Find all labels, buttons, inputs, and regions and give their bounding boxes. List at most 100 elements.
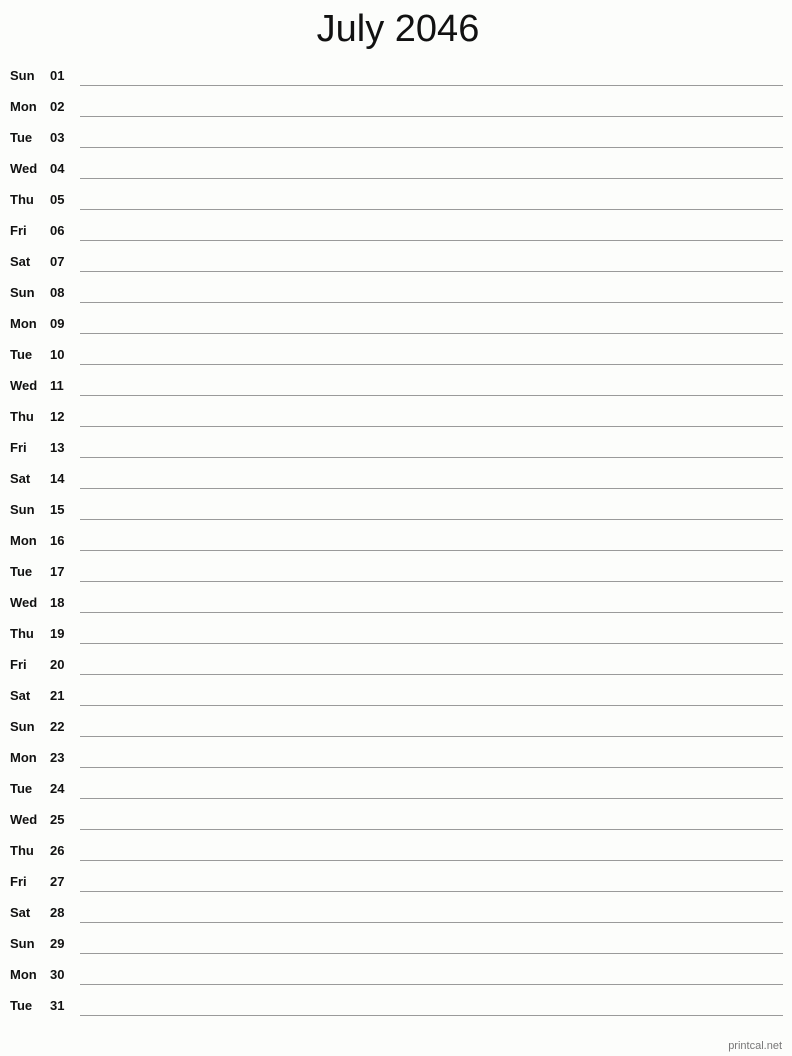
day-row: Fri 06 bbox=[0, 223, 792, 254]
day-number-label: 06 bbox=[50, 223, 65, 238]
footer-credit: printcal.net bbox=[728, 1040, 782, 1052]
day-row: Thu 05 bbox=[0, 192, 792, 223]
day-number-label: 13 bbox=[50, 440, 65, 455]
day-of-week-label: Tue bbox=[10, 564, 33, 579]
day-number-label: 16 bbox=[50, 533, 65, 548]
day-row: Tue 10 bbox=[0, 347, 792, 378]
writing-line[interactable] bbox=[80, 736, 783, 737]
writing-line[interactable] bbox=[80, 643, 783, 644]
day-of-week-label: Sun bbox=[10, 285, 35, 300]
day-row: Mon 23 bbox=[0, 750, 792, 781]
day-row: Wed 04 bbox=[0, 161, 792, 192]
day-number-label: 23 bbox=[50, 750, 65, 765]
day-row: Tue 17 bbox=[0, 564, 792, 595]
day-number-label: 08 bbox=[50, 285, 65, 300]
writing-line[interactable] bbox=[80, 891, 783, 892]
day-row: Mon 30 bbox=[0, 967, 792, 998]
writing-line[interactable] bbox=[80, 457, 783, 458]
day-row: Fri 20 bbox=[0, 657, 792, 688]
day-of-week-label: Wed bbox=[10, 812, 38, 827]
day-number-label: 25 bbox=[50, 812, 65, 827]
day-row: Thu 19 bbox=[0, 626, 792, 657]
day-of-week-label: Mon bbox=[10, 533, 37, 548]
day-of-week-label: Sun bbox=[10, 719, 35, 734]
day-row: Thu 12 bbox=[0, 409, 792, 440]
day-of-week-label: Fri bbox=[10, 440, 27, 455]
day-row: Fri 13 bbox=[0, 440, 792, 471]
day-number-label: 09 bbox=[50, 316, 65, 331]
writing-line[interactable] bbox=[80, 984, 783, 985]
day-row: Tue 03 bbox=[0, 130, 792, 161]
day-of-week-label: Fri bbox=[10, 657, 27, 672]
day-number-label: 30 bbox=[50, 967, 65, 982]
page-title: July 2046 bbox=[316, 8, 480, 50]
writing-line[interactable] bbox=[80, 116, 783, 117]
writing-line[interactable] bbox=[80, 209, 783, 210]
day-row: Wed 25 bbox=[0, 812, 792, 843]
day-number-label: 22 bbox=[50, 719, 65, 734]
day-of-week-label: Thu bbox=[10, 843, 34, 858]
writing-line[interactable] bbox=[80, 705, 783, 706]
day-number-label: 15 bbox=[50, 502, 65, 517]
day-row: Tue 31 bbox=[0, 998, 792, 1029]
day-of-week-label: Wed bbox=[10, 595, 38, 610]
day-of-week-label: Fri bbox=[10, 223, 27, 238]
day-of-week-label: Fri bbox=[10, 874, 27, 889]
day-of-week-label: Mon bbox=[10, 316, 37, 331]
day-number-label: 24 bbox=[50, 781, 65, 796]
day-row: Wed 11 bbox=[0, 378, 792, 409]
day-of-week-label: Wed bbox=[10, 161, 38, 176]
writing-line[interactable] bbox=[80, 550, 783, 551]
writing-line[interactable] bbox=[80, 333, 783, 334]
writing-line[interactable] bbox=[80, 426, 783, 427]
day-row: Sat 21 bbox=[0, 688, 792, 719]
writing-line[interactable] bbox=[80, 240, 783, 241]
writing-line[interactable] bbox=[80, 519, 783, 520]
writing-line[interactable] bbox=[80, 85, 783, 86]
writing-line[interactable] bbox=[80, 767, 783, 768]
day-row: Sat 28 bbox=[0, 905, 792, 936]
day-row: Sun 01 bbox=[0, 68, 792, 99]
writing-line[interactable] bbox=[80, 922, 783, 923]
writing-line[interactable] bbox=[80, 798, 783, 799]
day-of-week-label: Wed bbox=[10, 378, 38, 393]
day-of-week-label: Sun bbox=[10, 936, 35, 951]
day-row: Fri 27 bbox=[0, 874, 792, 905]
day-number-label: 10 bbox=[50, 347, 65, 362]
day-row: Sat 07 bbox=[0, 254, 792, 285]
writing-line[interactable] bbox=[80, 147, 783, 148]
writing-line[interactable] bbox=[80, 674, 783, 675]
day-row: Mon 02 bbox=[0, 99, 792, 130]
writing-line[interactable] bbox=[80, 953, 783, 954]
day-of-week-label: Sun bbox=[10, 502, 35, 517]
day-number-label: 20 bbox=[50, 657, 65, 672]
day-of-week-label: Thu bbox=[10, 192, 34, 207]
writing-line[interactable] bbox=[80, 395, 783, 396]
day-number-label: 04 bbox=[50, 161, 65, 176]
writing-line[interactable] bbox=[80, 488, 783, 489]
day-number-label: 05 bbox=[50, 192, 65, 207]
day-of-week-label: Sat bbox=[10, 254, 31, 269]
writing-line[interactable] bbox=[80, 829, 783, 830]
day-of-week-label: Sat bbox=[10, 471, 31, 486]
writing-line[interactable] bbox=[80, 581, 783, 582]
day-number-label: 12 bbox=[50, 409, 65, 424]
day-of-week-label: Tue bbox=[10, 347, 33, 362]
day-number-label: 26 bbox=[50, 843, 65, 858]
writing-line[interactable] bbox=[80, 860, 783, 861]
writing-line[interactable] bbox=[80, 271, 783, 272]
day-number-label: 14 bbox=[50, 471, 65, 486]
day-of-week-label: Sun bbox=[10, 68, 35, 83]
writing-line[interactable] bbox=[80, 612, 783, 613]
writing-line[interactable] bbox=[80, 178, 783, 179]
day-number-label: 02 bbox=[50, 99, 65, 114]
writing-line[interactable] bbox=[80, 364, 783, 365]
day-row: Sun 08 bbox=[0, 285, 792, 316]
day-number-label: 17 bbox=[50, 564, 65, 579]
day-number-label: 31 bbox=[50, 998, 65, 1013]
writing-line[interactable] bbox=[80, 302, 783, 303]
day-row: Wed 18 bbox=[0, 595, 792, 626]
day-row: Sun 22 bbox=[0, 719, 792, 750]
writing-line[interactable] bbox=[80, 1015, 783, 1016]
day-number-label: 27 bbox=[50, 874, 65, 889]
